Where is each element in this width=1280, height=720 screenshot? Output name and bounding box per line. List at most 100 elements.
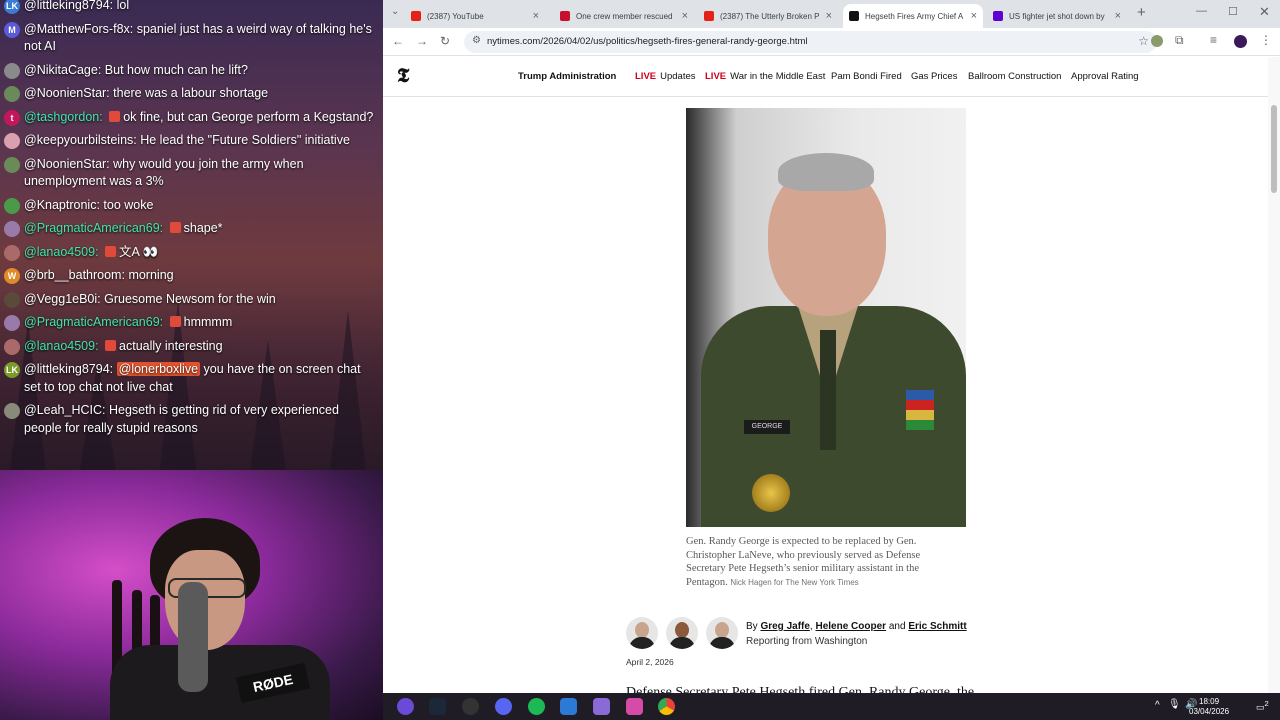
- browser-tab[interactable]: (2387) The Utterly Broken P ×: [698, 4, 838, 28]
- nav-approval-rating[interactable]: Approval Rating: [1071, 71, 1139, 82]
- chat-avatar[interactable]: LK: [4, 362, 20, 378]
- app-icon[interactable]: [593, 698, 610, 715]
- chrome-icon[interactable]: [658, 698, 675, 715]
- chat-avatar[interactable]: [4, 291, 20, 308]
- tab-close-icon[interactable]: ×: [1115, 10, 1121, 22]
- chat-username[interactable]: @Vegg1eB0i:: [24, 292, 101, 306]
- chat-username[interactable]: @NikitaCage:: [24, 63, 101, 77]
- byline-text: By Greg Jaffe, Helene Cooper and Eric Sc…: [746, 620, 967, 649]
- tab-search-icon[interactable]: ⌄: [391, 6, 399, 17]
- scrollbar-thumb[interactable]: [1271, 105, 1277, 193]
- discord-icon[interactable]: [495, 698, 512, 715]
- chat-username[interactable]: @PragmaticAmerican69:: [24, 221, 163, 235]
- chat-username[interactable]: @brb__bathroom:: [24, 268, 125, 282]
- chat-avatar[interactable]: [4, 315, 20, 331]
- chat-text: too woke: [103, 197, 154, 212]
- nav-section-trump-administration[interactable]: Trump Administration: [518, 71, 616, 82]
- chat-avatar[interactable]: LK: [4, 0, 20, 14]
- chat-avatar[interactable]: [4, 221, 20, 237]
- chat-avatar[interactable]: [4, 156, 20, 173]
- bookmark-star-icon[interactable]: ☆: [1138, 34, 1149, 48]
- tray-chevron-icon[interactable]: ^: [1155, 700, 1160, 711]
- author-link[interactable]: Eric Schmitt: [908, 621, 966, 632]
- chat-username[interactable]: @keepyourbilsteins:: [24, 133, 137, 147]
- reload-icon[interactable]: ↻: [440, 34, 450, 48]
- browser-tab[interactable]: Hegseth Fires Army Chief A ×: [843, 4, 983, 28]
- app-icon[interactable]: [560, 698, 577, 715]
- notification-center-icon[interactable]: ▭2: [1256, 699, 1269, 713]
- chat-username[interactable]: @tashgordon:: [24, 110, 103, 124]
- chat-avatar[interactable]: W: [4, 268, 20, 284]
- clock-time: 18:09: [1199, 697, 1220, 706]
- author-headshot[interactable]: [666, 617, 698, 649]
- article-page: 𝕿 Trump Administration LIVE Updates LIVE W…: [383, 57, 1268, 693]
- microphone-tray-icon[interactable]: 🎙: [1168, 699, 1181, 710]
- author-link[interactable]: Greg Jaffe: [760, 621, 809, 632]
- address-bar[interactable]: ⚙ nytimes.com/2026/04/02/us/politics/heg…: [464, 31, 1157, 53]
- article-lead-photo[interactable]: GEORGE: [686, 108, 966, 527]
- author-headshot[interactable]: [706, 617, 738, 649]
- nyt-logo[interactable]: 𝕿: [397, 65, 409, 88]
- chat-avatar[interactable]: [4, 403, 20, 419]
- media-control-icon[interactable]: ≡: [1210, 33, 1217, 47]
- chat-username[interactable]: @lanao4509:: [24, 339, 99, 353]
- menu-kebab-icon[interactable]: ⋮: [1260, 33, 1272, 47]
- general-hair: [778, 153, 874, 191]
- nav-ballroom[interactable]: Ballroom Construction: [968, 71, 1061, 82]
- tab-close-icon[interactable]: ×: [971, 10, 977, 22]
- browser-tab[interactable]: US fighter jet shot down by ×: [987, 4, 1127, 28]
- chat-avatar[interactable]: [4, 86, 20, 102]
- tab-close-icon[interactable]: ×: [682, 10, 688, 22]
- launcher-icon[interactable]: [397, 698, 414, 715]
- author-link[interactable]: Helene Cooper: [815, 621, 886, 632]
- chat-avatar[interactable]: [4, 244, 20, 261]
- browser-tab[interactable]: One crew member rescued ×: [554, 4, 694, 28]
- browser-tab[interactable]: (2387) YouTube ×: [405, 4, 545, 28]
- site-info-icon[interactable]: ⚙: [472, 35, 481, 46]
- nav-gas-prices[interactable]: Gas Prices: [911, 71, 957, 82]
- chat-avatar[interactable]: t: [4, 109, 20, 126]
- page-scrollbar[interactable]: [1268, 57, 1280, 693]
- extensions-puzzle-icon[interactable]: ⧉: [1175, 33, 1184, 48]
- chat-username[interactable]: @Knaptronic:: [24, 198, 100, 212]
- chat-avatar[interactable]: M: [4, 21, 20, 38]
- chat-avatar[interactable]: [4, 133, 20, 149]
- steam-icon[interactable]: [429, 698, 446, 715]
- byline-and: and: [888, 621, 906, 632]
- dateline-location: Reporting from Washington: [746, 635, 868, 647]
- minimize-icon[interactable]: —: [1196, 5, 1207, 17]
- chat-username[interactable]: @littleking8794:: [24, 362, 113, 376]
- app-icon[interactable]: [626, 698, 643, 715]
- forward-icon[interactable]: →: [416, 34, 428, 48]
- chat-mention[interactable]: @lonerboxlive: [116, 362, 201, 376]
- chat-username[interactable]: @NoonienStar:: [24, 86, 110, 100]
- tab-title: (2387) The Utterly Broken P: [720, 11, 820, 21]
- close-window-icon[interactable]: ✕: [1259, 4, 1270, 20]
- tab-close-icon[interactable]: ×: [826, 10, 832, 22]
- author-headshot[interactable]: [626, 617, 658, 649]
- extension-icon[interactable]: [1151, 35, 1163, 47]
- spotify-icon[interactable]: [528, 698, 545, 715]
- nav-pam-bondi[interactable]: Pam Bondi Fired: [831, 71, 902, 82]
- nav-live-updates-label: Updates: [660, 71, 696, 82]
- tab-close-icon[interactable]: ×: [533, 10, 539, 22]
- chat-username[interactable]: @Leah_HCIC:: [24, 403, 105, 417]
- chat-username[interactable]: @NoonienStar:: [24, 157, 110, 171]
- nav-live-war[interactable]: LIVE War in the Middle East: [705, 71, 825, 82]
- chat-username[interactable]: @PragmaticAmerican69:: [24, 315, 163, 329]
- chat-username[interactable]: @lanao4509:: [24, 245, 99, 259]
- new-tab-button[interactable]: +: [1137, 4, 1146, 21]
- maximize-icon[interactable]: ☐: [1228, 5, 1238, 18]
- chat-username[interactable]: @littleking8794:: [24, 0, 113, 12]
- back-icon[interactable]: ←: [392, 34, 404, 48]
- system-clock[interactable]: 18:09 03/04/2026: [1189, 697, 1229, 717]
- chat-avatar[interactable]: [4, 338, 20, 355]
- chat-username[interactable]: @MatthewFors-f8x:: [24, 22, 133, 36]
- chat-avatar[interactable]: [4, 62, 20, 79]
- nav-live-updates[interactable]: LIVE Updates: [635, 71, 696, 82]
- photo-caption: Gen. Randy George is expected to be repl…: [686, 535, 956, 589]
- chat-avatar[interactable]: [4, 197, 20, 214]
- obs-icon[interactable]: [462, 698, 479, 715]
- url-text[interactable]: nytimes.com/2026/04/02/us/politics/hegse…: [487, 36, 808, 47]
- profile-avatar[interactable]: [1234, 35, 1247, 48]
